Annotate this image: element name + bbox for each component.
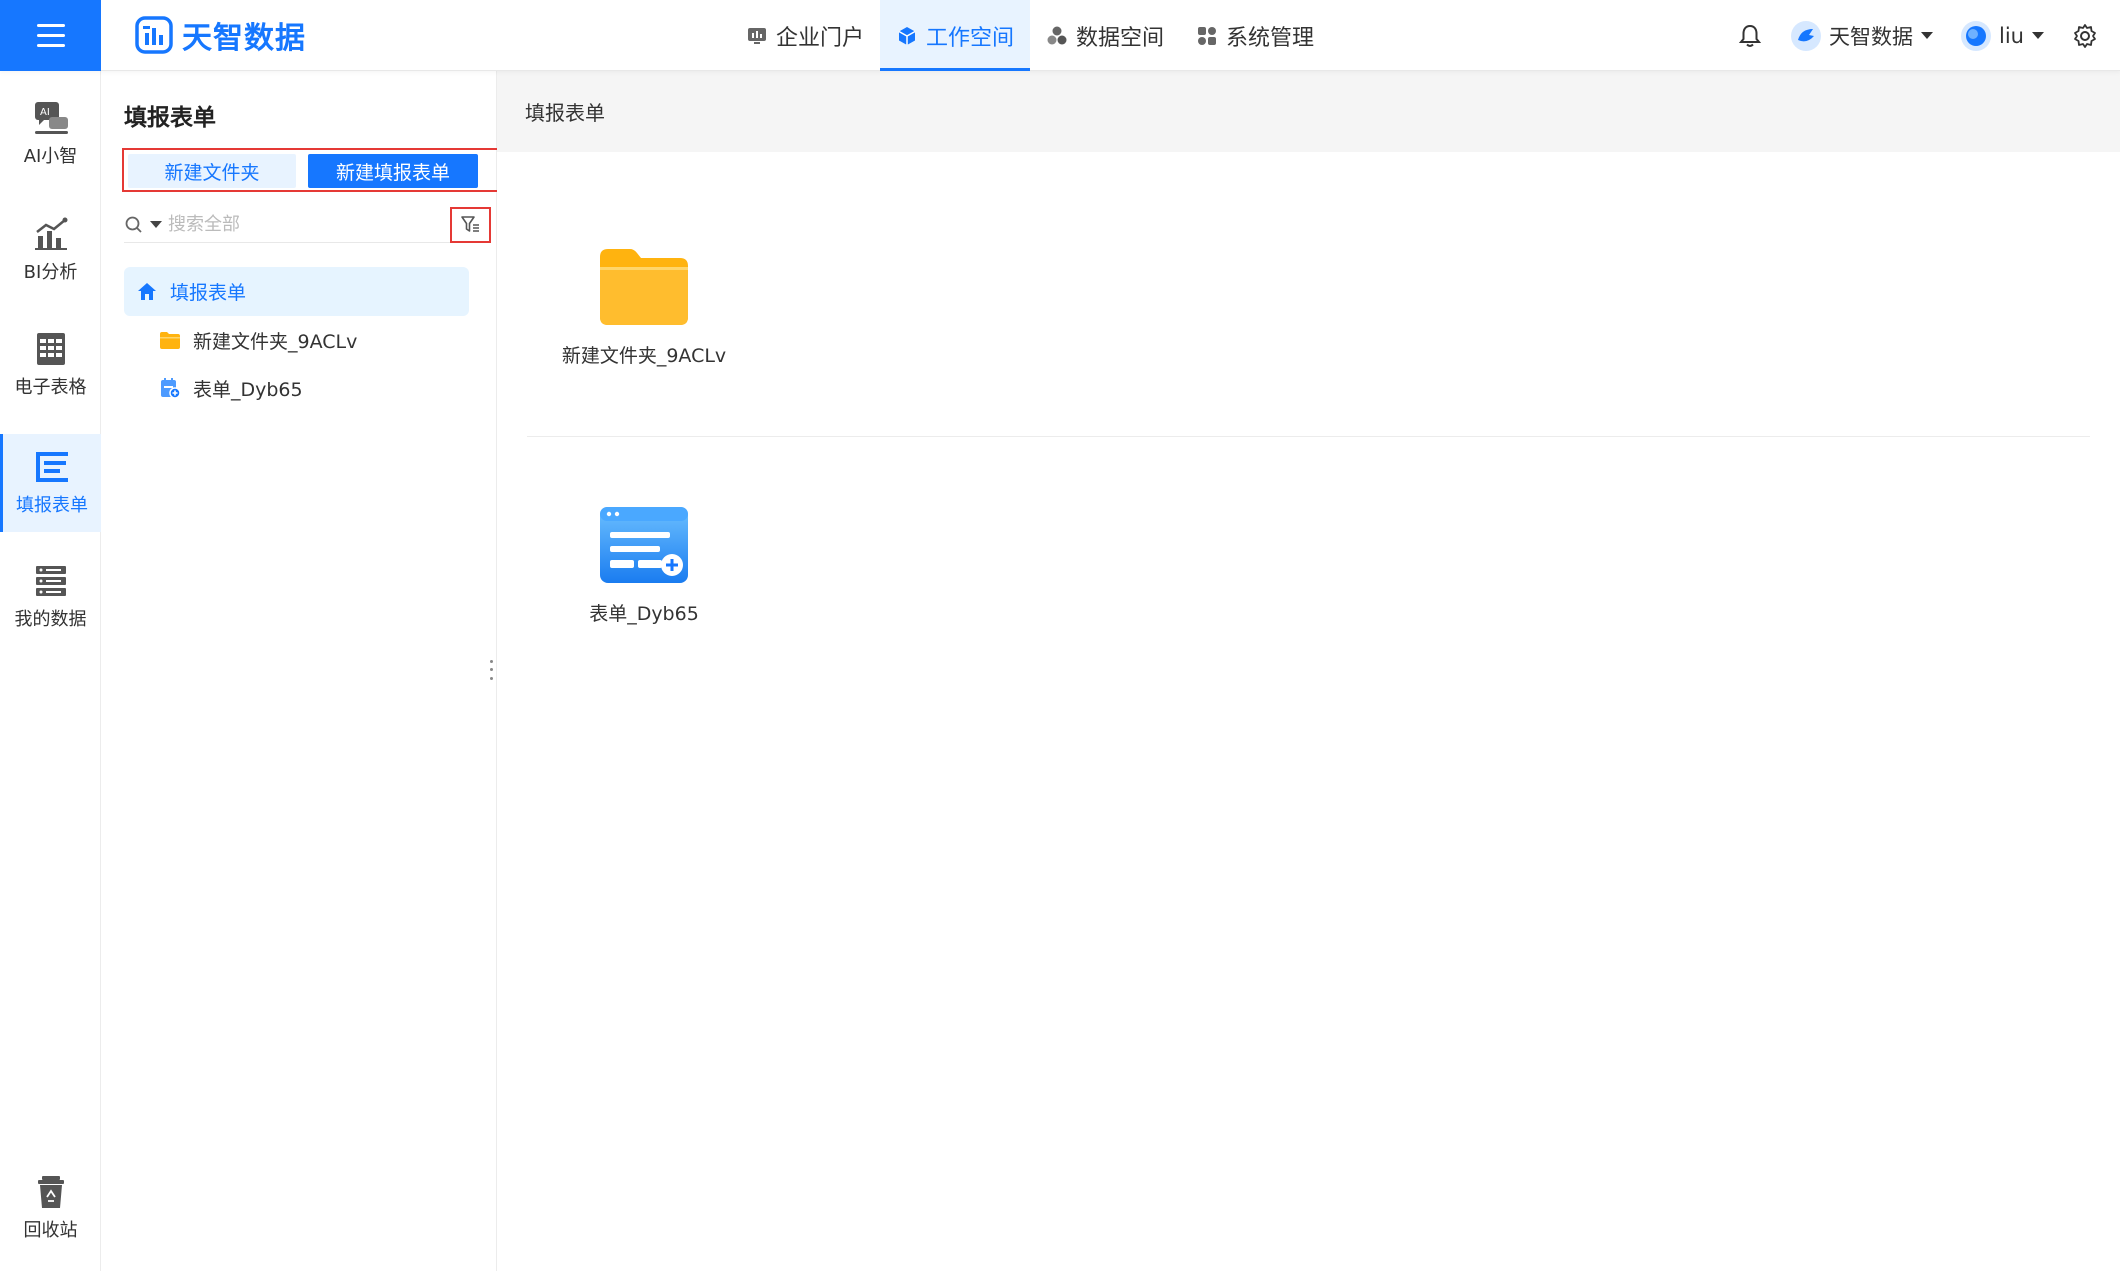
chevron-down-icon <box>1921 32 1934 39</box>
nav-item-system[interactable]: 系统管理 <box>1180 0 1330 71</box>
left-rail: AI AI小智 BI分析 电子表格 填报表单 我的数据 回收站 <box>0 71 101 1271</box>
nav-label: 数据空间 <box>1076 25 1165 51</box>
rail-item-ai[interactable]: AI AI小智 <box>0 85 101 183</box>
settings-button[interactable] <box>2072 23 2098 49</box>
section-divider <box>527 436 2090 437</box>
bar-line-chart-icon <box>34 217 67 250</box>
cube-icon <box>898 26 916 45</box>
nav-item-portal[interactable]: 企业门户 <box>730 0 880 71</box>
rail-label: BI分析 <box>23 262 78 283</box>
new-folder-button[interactable]: 新建文件夹 <box>128 154 296 188</box>
filter-button[interactable] <box>450 207 491 243</box>
tree-node-label: 新建文件夹_9ACLv <box>193 330 358 353</box>
folder-icon <box>160 332 180 349</box>
search-icon[interactable] <box>124 215 144 235</box>
breadcrumb-current: 填报表单 <box>525 101 605 125</box>
home-icon <box>138 282 156 300</box>
top-bar: 天智数据 企业门户 工作空间 数据空间 系统管理 天智数据 liu <box>0 0 2120 71</box>
data-cluster-icon <box>1047 26 1067 44</box>
database-icon <box>35 566 66 596</box>
header-tools: 天智数据 liu <box>1737 0 2098 71</box>
search-bar <box>124 207 454 243</box>
rail-label: 填报表单 <box>16 495 88 516</box>
rail-item-forms[interactable]: 填报表单 <box>0 434 101 532</box>
rail-label: AI小智 <box>23 146 78 167</box>
rail-item-my-data[interactable]: 我的数据 <box>0 548 101 646</box>
org-avatar-icon <box>1791 20 1822 51</box>
breadcrumb: 填报表单 <box>497 71 2120 152</box>
rail-item-bi[interactable]: BI分析 <box>0 201 101 299</box>
tree-node-form[interactable]: 表单_Dyb65 <box>159 368 303 408</box>
rail-item-recycle-bin[interactable]: 回收站 <box>0 1159 101 1257</box>
user-avatar-icon <box>1961 20 1992 51</box>
rail-label: 电子表格 <box>14 377 87 398</box>
filter-icon <box>460 216 479 232</box>
nav-item-dataspace[interactable]: 数据空间 <box>1030 0 1180 71</box>
org-switcher[interactable]: 天智数据 <box>1791 20 1934 51</box>
bell-icon <box>1738 24 1762 47</box>
logo-text: 天智数据 <box>182 21 306 56</box>
chevron-down-icon <box>2032 32 2044 39</box>
rail-label: 回收站 <box>23 1220 78 1241</box>
content-area: 新建文件夹_9ACLv 表单_Dyb65 <box>497 152 2120 1271</box>
grid-item-label: 新建文件夹_9ACLv <box>561 345 727 367</box>
nav-label: 系统管理 <box>1226 25 1315 51</box>
ai-chat-icon: AI <box>34 102 68 134</box>
tree-root-label: 填报表单 <box>170 282 247 304</box>
nav-label: 企业门户 <box>776 25 865 51</box>
tree-node-folder[interactable]: 新建文件夹_9ACLv <box>159 320 357 360</box>
rail-item-spreadsheet[interactable]: 电子表格 <box>0 316 101 414</box>
gear-icon <box>2074 23 2096 48</box>
grid-item-folder[interactable]: 新建文件夹_9ACLv <box>554 247 734 368</box>
spreadsheet-icon <box>36 333 65 365</box>
search-scope-chevron-icon[interactable] <box>150 221 162 228</box>
tree-panel: 填报表单 新建文件夹 新建填报表单 填报表单 新建文件夹_9ACLv 表单_Dy… <box>101 71 500 1271</box>
portal-icon <box>748 27 766 44</box>
grid-item-label: 表单_Dyb65 <box>589 603 699 625</box>
tree-node-label: 表单_Dyb65 <box>193 378 303 401</box>
tree-root-item[interactable]: 填报表单 <box>124 267 469 316</box>
svg-text:AI: AI <box>40 107 50 118</box>
grid-settings-icon <box>1198 26 1217 45</box>
action-buttons-highlight: 新建文件夹 新建填报表单 <box>122 148 500 192</box>
hamburger-icon <box>36 34 65 37</box>
org-name: 天智数据 <box>1829 24 1914 49</box>
form-file-icon <box>161 378 181 399</box>
search-input[interactable] <box>168 214 428 235</box>
user-name: liu <box>1999 23 2024 48</box>
menu-toggle-button[interactable] <box>0 0 101 71</box>
top-nav: 企业门户 工作空间 数据空间 系统管理 <box>730 0 1330 71</box>
grid-item-form[interactable]: 表单_Dyb65 <box>554 505 734 626</box>
new-form-button[interactable]: 新建填报表单 <box>308 154 478 188</box>
nav-label: 工作空间 <box>926 25 1015 51</box>
user-menu[interactable]: liu <box>1961 20 2044 51</box>
form-list-icon <box>36 452 68 482</box>
nav-item-workspace[interactable]: 工作空间 <box>880 0 1031 71</box>
app-logo[interactable]: 天智数据 <box>134 13 306 57</box>
panel-title: 填报表单 <box>124 105 216 131</box>
trash-icon <box>37 1176 64 1208</box>
large-folder-icon <box>600 249 688 325</box>
logo-icon <box>135 16 173 54</box>
rail-label: 我的数据 <box>14 609 87 630</box>
notifications-button[interactable] <box>1737 23 1763 49</box>
large-form-icon <box>600 507 688 583</box>
